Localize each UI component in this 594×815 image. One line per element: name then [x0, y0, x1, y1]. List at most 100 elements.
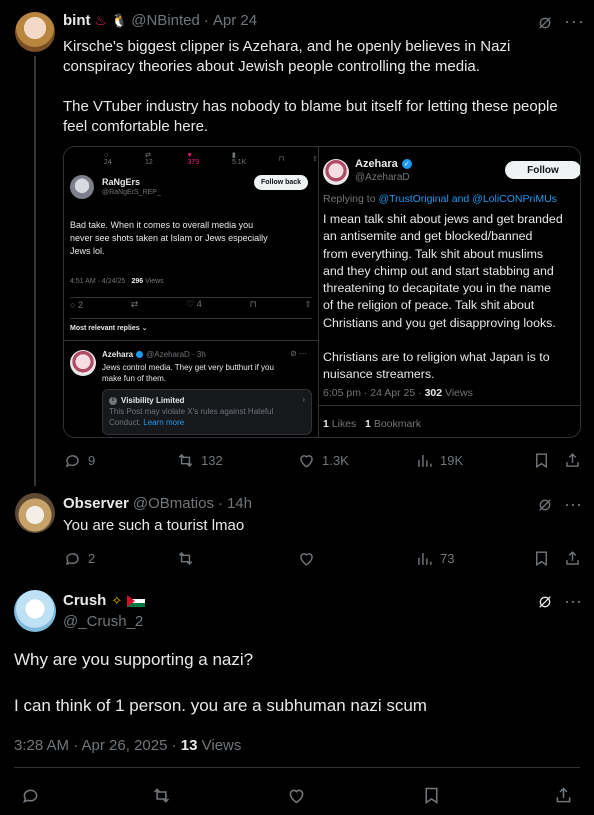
bookmark-icon[interactable] [532, 451, 551, 470]
grok-icon[interactable] [535, 592, 555, 612]
rangers-like-icon: ♡ 4 [186, 299, 202, 309]
views-count: 19K [440, 453, 464, 468]
post-text-line: Kirsche's biggest clipper is Azehara, an… [63, 38, 511, 55]
visibility-limited-box: i Visibility Limited › This Post may vio… [102, 389, 312, 435]
reply-count: 2 [88, 551, 96, 566]
follow-back-button: Follow back [254, 175, 309, 190]
rangers-bookmark-icon: ⊓ [249, 299, 257, 309]
rangers-timestamp: 4:51 AM · 4/24/25 · [70, 278, 130, 285]
azehara-reply-handle: @AzeharaD · 3h [146, 350, 206, 359]
azehara-timestamp: 6:05 pm · 24 Apr 25 · [323, 387, 422, 399]
azehara-likes-count: 1 [323, 418, 329, 430]
avatar-bint[interactable] [15, 12, 55, 52]
dot-separator: · [217, 495, 223, 512]
post-text: You are such a tourist lmao [63, 517, 245, 534]
azehara-views-label: Views [445, 387, 473, 399]
screenshot-left-panel: ○ 24 ⇄ 12 ♥ 379 ▮ 5.1K ⊓ ⇧ RaNgErs @RaNg… [64, 147, 318, 437]
share-icon[interactable] [563, 451, 582, 470]
post-date[interactable]: Apr 24 [213, 12, 257, 29]
main-post-text-line: Why are you supporting a nazi? [14, 650, 254, 669]
rangers-views-count: 296 [131, 278, 144, 285]
repost-action[interactable]: 132 [176, 451, 223, 470]
thread-line [34, 56, 36, 486]
visibility-text: Conduct. [109, 418, 142, 427]
more-icon[interactable]: ··· [564, 11, 585, 32]
azehara-views-count: 302 [424, 387, 443, 399]
reply-icon [65, 553, 79, 566]
badge-icon: ✧ [111, 592, 123, 608]
rangers-share-icon: ⇧ [304, 299, 312, 309]
chevron-down-icon: ⌄ [141, 325, 148, 332]
repost-icon[interactable] [176, 549, 195, 568]
repost-icon [178, 453, 193, 468]
author-name[interactable]: Crush [63, 592, 106, 609]
grok-icon[interactable] [535, 13, 555, 33]
author-name[interactable]: Observer [63, 495, 129, 512]
reply-count: 9 [88, 453, 96, 468]
repost-icon[interactable] [151, 785, 172, 806]
more-icon[interactable]: ··· [564, 494, 582, 515]
azehara-handle: @AzeharaD [355, 172, 410, 183]
heart-icon [300, 455, 313, 468]
verified-badge-icon [136, 351, 144, 358]
like-count: 1.3K [322, 453, 349, 468]
azehara-bookmark-count: 1 [365, 418, 371, 430]
author-handle[interactable]: @OBmatios [133, 495, 214, 512]
avatar-azehara [323, 159, 349, 185]
share-icon[interactable] [553, 785, 574, 806]
avatar-azehara-small [70, 350, 96, 376]
repost-count: 132 [201, 453, 223, 468]
author-handle[interactable]: @NBinted [131, 12, 200, 29]
main-post-text-line: I can think of 1 person. you are a subhu… [14, 696, 427, 715]
views-count: 73 [440, 551, 455, 566]
bookmark-icon[interactable] [421, 785, 442, 806]
like-action[interactable]: 1.3K [297, 451, 349, 470]
palestine-flag-icon [127, 594, 146, 607]
share-icon[interactable] [563, 549, 582, 568]
visibility-title: Visibility Limited [121, 396, 185, 405]
grok-icon-small: ⊘ ··· [290, 349, 307, 358]
rangers-text-line: Jews lol. [70, 246, 105, 256]
azehara-text-line: an antisemite and get blocked/banned [323, 229, 533, 244]
reply-icon [65, 455, 79, 468]
bookmark-icon-small: ⊓ [278, 155, 285, 163]
rangers-text-line: never see shots taken at Islam or Jews e… [70, 233, 268, 243]
screenshot-right-panel: Azehara ✓ @AzeharaD Follow Replying to @… [318, 147, 580, 437]
azehara-text-line: Christians are to religion what Japan is… [323, 350, 550, 365]
grok-icon[interactable] [535, 495, 555, 515]
avatar-crush[interactable] [14, 590, 56, 632]
rangers-handle: @RaNgErS_REP_ [102, 189, 161, 196]
azehara-text-line: I mean talk shit about jews and get bran… [323, 212, 563, 226]
author-handle[interactable]: @_Crush_2 [63, 613, 143, 630]
azehara-likes-label: Likes [331, 418, 357, 430]
post-text-line: conspiracy theories about Jewish people … [63, 58, 480, 75]
views-action[interactable]: 19K [415, 451, 463, 470]
replying-targets: @TrustOriginal and @LoliCONPriMUs [378, 193, 557, 205]
post-date[interactable]: 14h [227, 495, 252, 512]
azehara-text-line: of the religion of peace. Talk shit abou… [323, 298, 535, 313]
reply-icon[interactable] [20, 785, 41, 806]
views-action[interactable]: 73 [415, 549, 454, 568]
rangers-repost-icon: ⇄ [130, 299, 139, 309]
author-name[interactable]: bint [63, 12, 91, 29]
info-icon: i [109, 396, 117, 405]
azehara-reply-text: make fun of them. [102, 374, 167, 383]
views-count: 13 [180, 737, 198, 754]
replying-to-label: Replying to [323, 193, 376, 205]
bookmark-icon[interactable] [532, 549, 551, 568]
reply-action[interactable]: 2 [63, 549, 95, 568]
reply-action[interactable]: 9 [63, 451, 95, 470]
chevron-right-icon: › [302, 395, 305, 404]
rangers-views-label: Views [145, 278, 164, 285]
azehara-reply-name: Azehara [102, 350, 134, 359]
more-icon[interactable]: ··· [564, 591, 582, 612]
post-timestamp[interactable]: 3:28 AM · Apr 26, 2025 · [14, 737, 177, 754]
reply-count-small: ○ 24 [104, 151, 112, 166]
attached-image[interactable]: ○ 24 ⇄ 12 ♥ 379 ▮ 5.1K ⊓ ⇧ RaNgErs @RaNg… [63, 146, 581, 438]
azehara-text-line: from everything. Talk shit about muslims [323, 246, 544, 261]
azehara-text-line: nuisance streamers. [323, 367, 435, 382]
heart-icon[interactable] [286, 785, 307, 806]
heart-icon[interactable] [297, 549, 316, 568]
azehara-reply-text: Jews control media. They get very butthu… [102, 363, 274, 372]
avatar-observer[interactable] [15, 493, 55, 533]
